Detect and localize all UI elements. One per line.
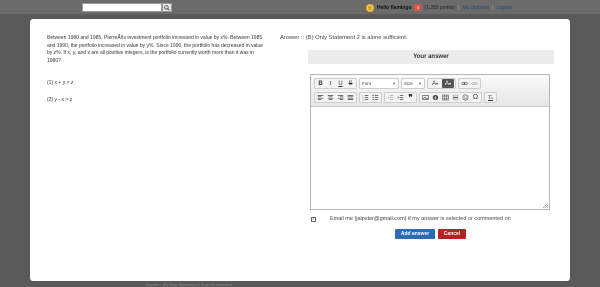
logout-link[interactable]: Logout: [496, 5, 511, 11]
search-icon: [164, 4, 170, 11]
italic-button[interactable]: I: [326, 79, 335, 88]
strikethrough-button[interactable]: S: [346, 79, 355, 88]
email-notify-label: Email me (jalpster@gmail.com) if my answ…: [330, 216, 511, 222]
background-answer-text: Answer : (B) Only Statement 2 is alone s…: [146, 282, 233, 287]
align-right-icon[interactable]: [336, 93, 345, 102]
email-notify-row: ✓ Email me (jalpster@gmail.com) if my an…: [311, 216, 511, 222]
link-icon[interactable]: [460, 79, 469, 88]
outdent-icon[interactable]: [386, 93, 395, 102]
bold-button[interactable]: B: [316, 79, 325, 88]
table-icon[interactable]: [441, 93, 450, 102]
size-dropdown[interactable]: Size ▼: [401, 78, 425, 89]
add-answer-button[interactable]: Add answer: [395, 229, 435, 239]
chevron-down-icon: ▼: [392, 81, 396, 86]
font-dropdown[interactable]: Font ▼: [359, 78, 399, 89]
underline-button[interactable]: U: [336, 79, 345, 88]
separator: |: [458, 4, 460, 11]
your-answer-header: Your answer: [308, 50, 554, 64]
remove-format-icon[interactable]: Tx: [486, 93, 495, 102]
smiley-icon: [368, 6, 372, 10]
editor-toolbar: B I U S Font ▼ Size ▼ A ▾ A ▾ 1 2 3 ❞ Ω …: [311, 75, 549, 107]
font-dropdown-label: Font: [362, 81, 372, 86]
top-bar: Hello flamingo 3 (1,282 points) | My Upd…: [0, 0, 600, 14]
question-text: Between 1980 and 1985, PierreÃ¢s investm…: [47, 35, 263, 64]
background-color-button[interactable]: A ▾: [442, 79, 454, 88]
separator: |: [492, 4, 494, 11]
search-button[interactable]: [162, 3, 172, 12]
smiley-icon[interactable]: [461, 93, 470, 102]
rich-text-editor: B I U S Font ▼ Size ▼ A ▾ A ▾ 1 2 3 ❞ Ω …: [310, 74, 550, 210]
cancel-button[interactable]: Cancel: [438, 229, 466, 239]
bullet-list-icon[interactable]: [371, 93, 380, 102]
my-updates-link[interactable]: My Updates: [462, 5, 489, 11]
notification-badge[interactable]: 3: [414, 4, 422, 11]
action-buttons: Add answer Cancel: [395, 229, 466, 239]
blockquote-icon[interactable]: ❞: [406, 93, 415, 102]
answer-modal: Between 1980 and 1985, PierreÃ¢s investm…: [30, 19, 570, 281]
avatar[interactable]: [366, 3, 374, 12]
unlink-icon[interactable]: [470, 79, 479, 88]
flash-icon[interactable]: [431, 93, 440, 102]
numbered-list-icon[interactable]: 123: [361, 93, 370, 102]
search-input[interactable]: [82, 3, 162, 12]
text-color-button[interactable]: A ▾: [429, 79, 441, 88]
user-area: Hello flamingo 3 (1,282 points) | My Upd…: [366, 3, 512, 12]
greeting-text[interactable]: Hello flamingo: [377, 5, 411, 11]
size-dropdown-label: Size: [404, 81, 413, 86]
align-center-icon[interactable]: [326, 93, 335, 102]
align-justify-icon[interactable]: [346, 93, 355, 102]
email-notify-checkbox[interactable]: ✓: [311, 216, 316, 222]
horizontal-rule-icon[interactable]: [451, 93, 460, 102]
align-left-icon[interactable]: [316, 93, 325, 102]
chevron-down-icon: ▼: [418, 81, 422, 86]
indent-icon[interactable]: [396, 93, 405, 102]
svg-text:3: 3: [362, 100, 364, 101]
special-char-icon[interactable]: Ω: [471, 93, 480, 102]
image-icon[interactable]: [421, 93, 430, 102]
answer-textarea[interactable]: [311, 108, 549, 209]
resize-handle-icon[interactable]: [543, 203, 548, 208]
statement-1: (1) x + y > z: [47, 80, 74, 86]
answer-text: Answer :: (B) Only Statement 2 is alone …: [280, 35, 408, 41]
points-text: (1,282 points): [424, 4, 456, 11]
statement-2: (2) y - x > z: [47, 97, 73, 103]
